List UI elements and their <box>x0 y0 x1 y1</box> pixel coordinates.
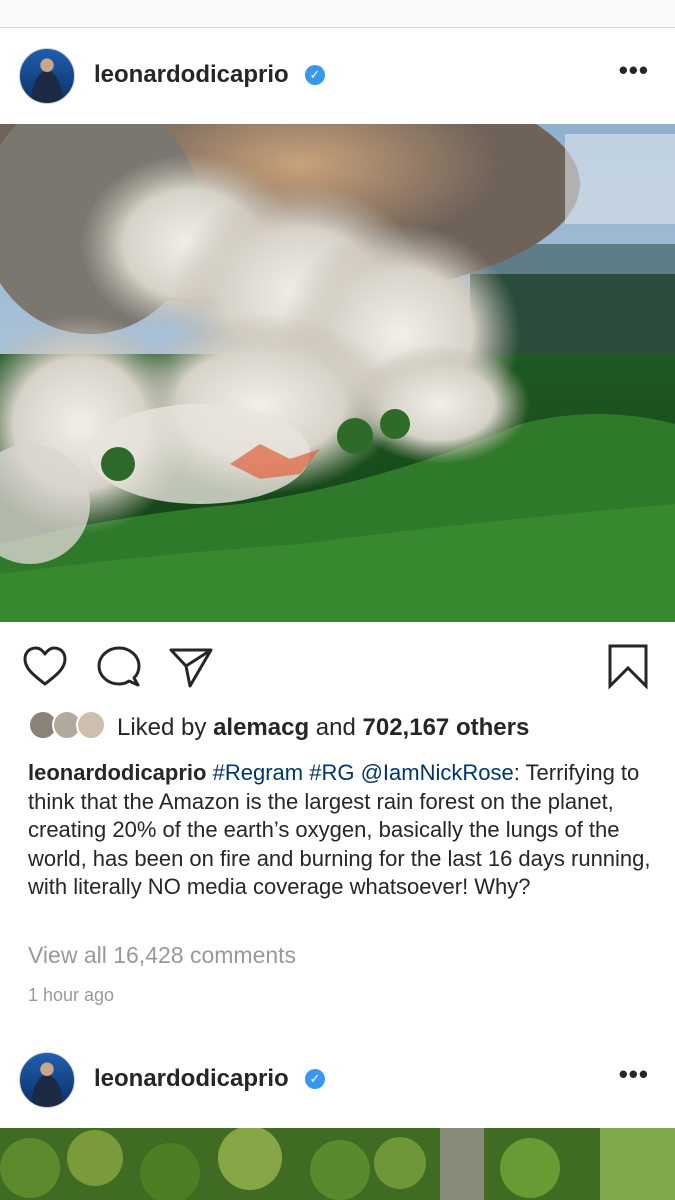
mention-link[interactable]: @IamNickRose <box>361 760 514 785</box>
verified-badge-icon: ✓ <box>305 65 325 85</box>
forest-fire-photo <box>0 124 675 622</box>
post-username[interactable]: leonardodicaprio <box>94 61 289 89</box>
likes-mid: and <box>309 714 363 741</box>
likes-text[interactable]: Liked by alemacg and 702,167 others <box>117 714 529 742</box>
post-header: leonardodicaprio ✓ ••• <box>0 28 675 124</box>
view-comments-link[interactable]: View all 16,428 comments <box>28 942 296 969</box>
likes-count[interactable]: 702,167 others <box>363 714 530 741</box>
post-timestamp: 1 hour ago <box>28 985 115 1005</box>
caption-username[interactable]: leonardodicaprio <box>28 760 206 785</box>
hashtag-link[interactable]: #Regram <box>213 760 303 785</box>
post-photo[interactable] <box>0 124 675 622</box>
more-options-icon[interactable]: ••• <box>619 1061 649 1087</box>
heart-icon[interactable] <box>22 644 68 690</box>
likes-row: Liked by alemacg and 702,167 others <box>0 708 675 748</box>
likes-user[interactable]: alemacg <box>213 714 309 741</box>
share-icon[interactable] <box>168 644 214 690</box>
comment-icon[interactable] <box>96 644 142 690</box>
liker-avatar[interactable] <box>76 710 106 740</box>
forest-photo <box>0 1128 675 1200</box>
post-header: leonardodicaprio ✓ ••• <box>0 1032 675 1128</box>
likes-prefix: Liked by <box>117 714 214 741</box>
hashtag-link[interactable]: #RG <box>309 760 354 785</box>
post-actions <box>0 640 675 690</box>
bookmark-icon[interactable] <box>606 644 652 690</box>
post-caption: leonardodicaprio #Regram #RG @IamNickRos… <box>28 759 658 902</box>
post-username[interactable]: leonardodicaprio <box>94 1065 289 1093</box>
status-bar <box>0 0 675 28</box>
post-photo[interactable] <box>0 1128 675 1200</box>
avatar[interactable] <box>19 48 75 104</box>
avatar[interactable] <box>19 1052 75 1108</box>
verified-badge-icon: ✓ <box>305 1069 325 1089</box>
more-options-icon[interactable]: ••• <box>619 57 649 83</box>
